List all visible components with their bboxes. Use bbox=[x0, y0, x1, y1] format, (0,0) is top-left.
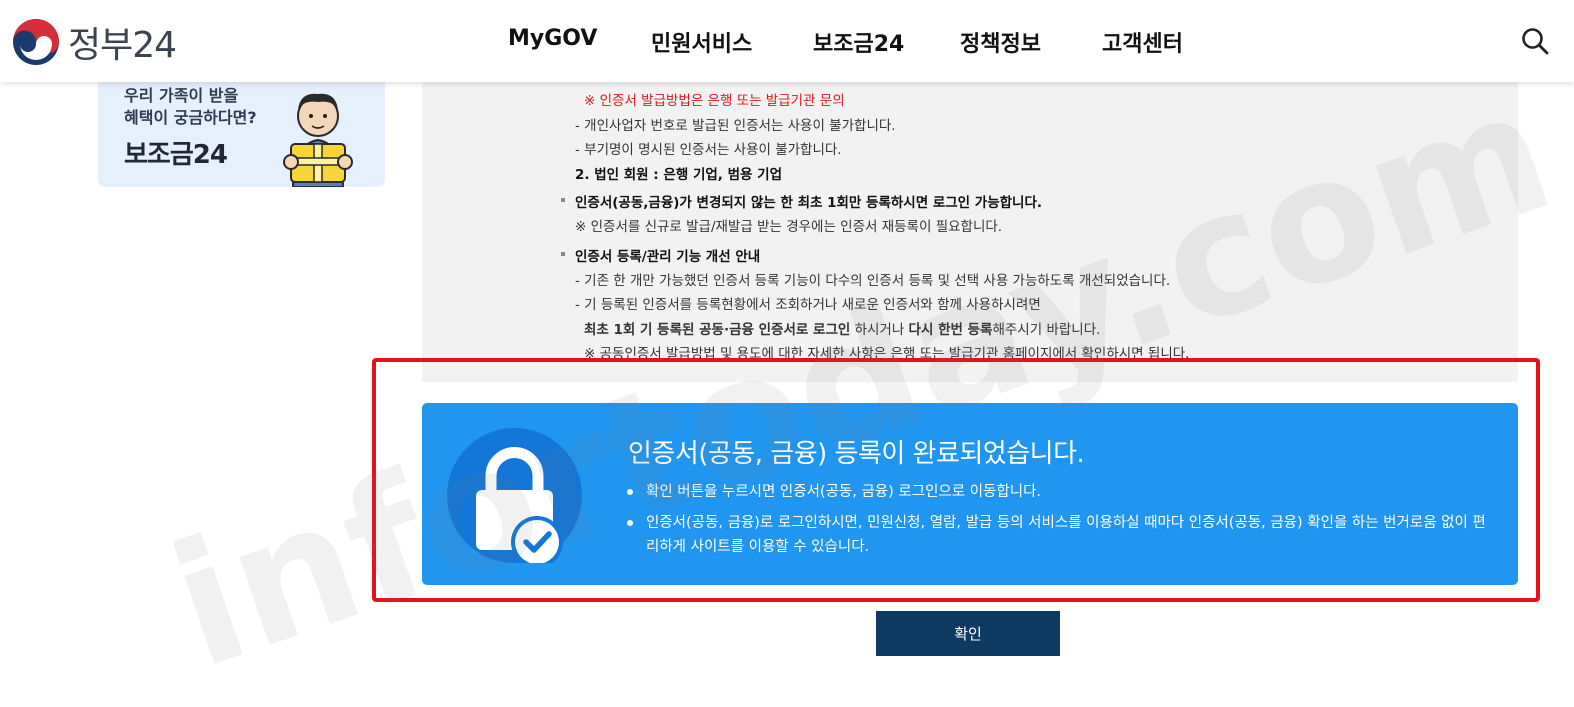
character-holding-gift-icon bbox=[283, 93, 353, 187]
issue-method-note: ※ 인증서 발급방법은 은행 또는 발급기관 문의 bbox=[584, 93, 845, 109]
bullet-icon bbox=[561, 198, 565, 202]
nav-subsidy24[interactable]: 보조금24 bbox=[813, 26, 904, 58]
notice-line: - 기존 한 개만 가능했던 인증서 등록 기능이 다수의 인증서 등록 및 선… bbox=[575, 273, 1171, 289]
certificate-notice-box: ※ 인증서 발급방법은 은행 또는 발급기관 문의 - 개인사업자 번호로 발급… bbox=[422, 82, 1518, 382]
confirm-button[interactable]: 확인 bbox=[876, 611, 1060, 656]
bullet-icon bbox=[561, 252, 565, 256]
notice-line: - 개인사업자 번호로 발급된 인증서는 사용이 불가합니다. bbox=[575, 118, 896, 134]
banner-line-1: 우리 가족이 받을 bbox=[124, 86, 239, 105]
site-header: 정부24 MyGOV 민원서비스 보조금24 정책정보 고객센터 bbox=[0, 0, 1574, 82]
nav-policy-info[interactable]: 정책정보 bbox=[960, 26, 1041, 58]
corporate-member-title: 2. 법인 회원 : 은행 기업, 범용 기업 bbox=[575, 167, 782, 183]
banner-line-2: 혜택이 궁금하다면? bbox=[124, 108, 257, 127]
nav-mygov[interactable]: MyGOV bbox=[508, 26, 597, 51]
notice-line: - 부기명이 명시된 인증서는 사용이 불가합니다. bbox=[575, 142, 842, 158]
notice-text: 하시거나 bbox=[850, 322, 909, 338]
banner-title: 보조금24 bbox=[124, 140, 228, 170]
highlight-frame bbox=[372, 358, 1540, 602]
register-again-emphasis: 다시 한번 등록 bbox=[908, 322, 993, 338]
site-logo[interactable]: 정부24 bbox=[12, 16, 177, 68]
improvement-title: 인증서 등록/관리 기능 개선 안내 bbox=[575, 249, 761, 265]
notice-line-mixed: 최초 1회 기 등록된 공동·금융 인증서로 로그인 하시거나 다시 한번 등록… bbox=[584, 318, 1100, 338]
nav-customer-center[interactable]: 고객센터 bbox=[1102, 26, 1183, 58]
search-icon[interactable] bbox=[1520, 26, 1550, 56]
login-emphasis: 최초 1회 기 등록된 공동·금융 인증서로 로그인 bbox=[584, 322, 851, 338]
notice-line: - 기 등록된 인증서를 등록현황에서 조회하거나 새로운 인증서와 함께 사용… bbox=[575, 297, 1041, 313]
reissue-note: ※ 인증서를 신규로 발급/재발급 받는 경우에는 인증서 재등록이 필요합니다… bbox=[575, 219, 1003, 235]
logo-text: 정부24 bbox=[68, 25, 177, 66]
register-once-title: 인증서(공동,금융)가 변경되지 않는 한 최초 1회만 등록하시면 로그인 가… bbox=[575, 195, 1043, 211]
notice-text: 해주시기 바랍니다. bbox=[992, 322, 1101, 338]
nav-civil-service[interactable]: 민원서비스 bbox=[651, 26, 752, 58]
taegeuk-logo-icon bbox=[13, 19, 59, 65]
subsidy24-banner[interactable]: 우리 가족이 받을 혜택이 궁금하다면? 보조금24 bbox=[98, 70, 385, 187]
